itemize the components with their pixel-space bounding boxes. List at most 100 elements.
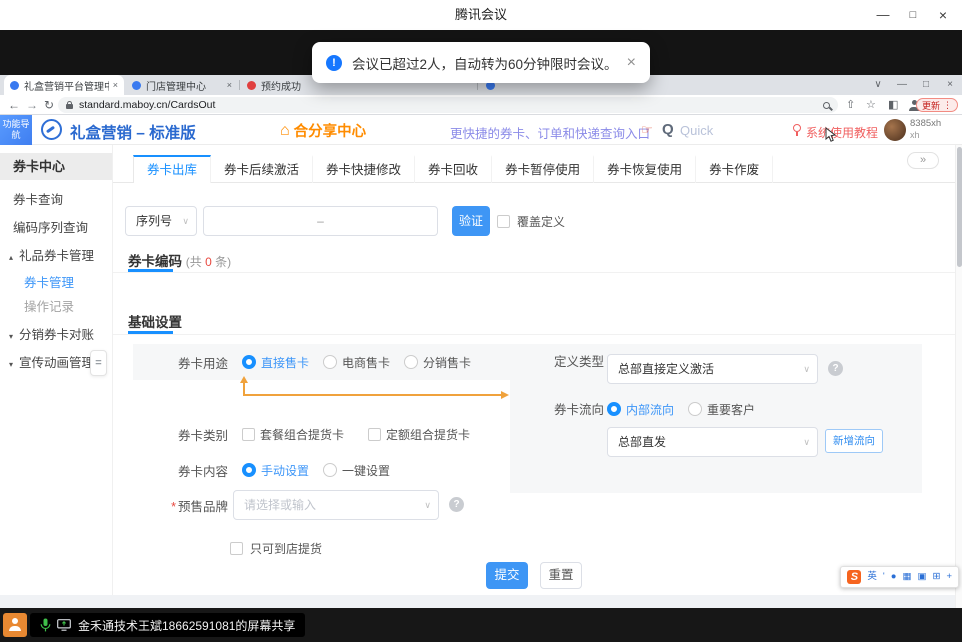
sidebar-collapse-handle[interactable]: = bbox=[90, 350, 107, 376]
url-field[interactable]: standard.maboy.cn/CardsOut bbox=[58, 97, 838, 113]
tab-label: 礼盒营销平台管理中心 bbox=[24, 78, 109, 93]
page-scrollbar[interactable] bbox=[955, 145, 962, 608]
option-label: 套餐组合提货卡 bbox=[260, 426, 344, 443]
forward-icon[interactable]: → bbox=[26, 95, 38, 115]
flow-option-vip[interactable]: 重要客户 bbox=[688, 401, 755, 418]
tab-group-icon[interactable]: ◧ bbox=[888, 95, 898, 115]
tab-close-icon[interactable]: × bbox=[227, 80, 232, 90]
usage-option-distribution[interactable]: 分销售卡 bbox=[404, 354, 471, 371]
screen-share-indicator[interactable]: 金禾通技术王斌18662591081的屏幕共享 bbox=[30, 613, 305, 637]
reset-button[interactable]: 重置 bbox=[540, 562, 582, 589]
search-icon[interactable]: Q bbox=[662, 121, 674, 138]
verify-button[interactable]: 验证 bbox=[452, 206, 490, 236]
content-option-manual[interactable]: 手动设置 bbox=[242, 462, 309, 479]
sidebar-item-code-sequence-query[interactable]: 编码序列查询 bbox=[0, 218, 112, 238]
content-option-onekey[interactable]: 一键设置 bbox=[323, 462, 390, 479]
usage-option-direct[interactable]: 直接售卡 bbox=[242, 354, 309, 371]
radio-icon[interactable] bbox=[404, 355, 418, 369]
tutorial-link[interactable]: 系统使用教程 bbox=[806, 124, 878, 141]
category-label: 券卡类别 bbox=[133, 425, 228, 444]
tab-card-outbound[interactable]: 券卡出库 bbox=[133, 155, 211, 183]
checkbox-icon[interactable] bbox=[230, 542, 243, 555]
sidebar-item-gift-card-management[interactable]: ▴礼品券卡管理 bbox=[0, 246, 112, 266]
help-icon[interactable]: ? bbox=[449, 497, 464, 512]
caret-down-icon: ▾ bbox=[9, 355, 19, 375]
sidebar-item-distribution-reconcile[interactable]: ▾分销券卡对账 bbox=[0, 325, 112, 345]
minimize-icon[interactable]: — bbox=[890, 75, 914, 95]
tab-card-recycle[interactable]: 券卡回收 bbox=[415, 155, 492, 183]
overwrite-label: 覆盖定义 bbox=[517, 213, 565, 230]
sidebar-item-operation-log[interactable]: 操作记录 bbox=[0, 297, 112, 317]
share-icon[interactable]: ⇧ bbox=[846, 95, 855, 115]
reload-icon[interactable]: ↻ bbox=[44, 95, 54, 115]
sogou-logo-icon[interactable]: S bbox=[847, 570, 861, 584]
web-page: 功能导航 礼盒营销 – 标准版 ⌂ 合分享中心 更快捷的券卡、订单和快递查询入口… bbox=[0, 115, 962, 608]
toolbox-icon[interactable]: + bbox=[946, 567, 952, 587]
share-center-link[interactable]: ⌂ 合分享中心 bbox=[280, 120, 366, 141]
count-suffix: 条) bbox=[212, 255, 231, 269]
category-option-combo[interactable]: 套餐组合提货卡 bbox=[242, 426, 344, 443]
sidebar-item-card-query[interactable]: 券卡查询 bbox=[0, 190, 112, 210]
scrollbar-thumb[interactable] bbox=[957, 147, 962, 267]
browser-tab-gift-admin[interactable]: 礼盒营销平台管理中心 × bbox=[4, 75, 124, 95]
back-icon[interactable]: ← bbox=[8, 95, 20, 115]
radio-selected-icon[interactable] bbox=[607, 402, 621, 416]
participant-chip[interactable] bbox=[3, 613, 27, 637]
grid-icon[interactable]: ⊞ bbox=[932, 567, 940, 587]
overwrite-checkbox[interactable] bbox=[497, 215, 510, 228]
codes-title-text: 券卡编码 bbox=[128, 254, 182, 269]
mic-icon[interactable]: ● bbox=[891, 567, 897, 587]
expand-button[interactable]: » bbox=[907, 152, 939, 169]
submit-button[interactable]: 提交 bbox=[486, 562, 528, 589]
serial-range-input[interactable]: – bbox=[203, 206, 438, 236]
content-row: 券卡内容 手动设置 一键设置 bbox=[133, 458, 390, 482]
chevron-down-icon: ∨ bbox=[424, 491, 431, 519]
site-favicon bbox=[132, 81, 141, 90]
maximize-icon[interactable]: □ bbox=[900, 0, 926, 30]
user-avatar[interactable] bbox=[884, 119, 906, 141]
sidebar-item-card-management[interactable]: 券卡管理 bbox=[0, 273, 112, 293]
ime-punctuation-icon[interactable]: ' bbox=[883, 567, 885, 587]
add-flow-button[interactable]: 新增流向 bbox=[825, 429, 883, 453]
browser-tab-booking[interactable]: 预约成功 bbox=[241, 75, 313, 95]
flow-select[interactable]: 总部直发 ∨ bbox=[607, 427, 818, 457]
nav-toggle-button[interactable]: 功能导航 bbox=[0, 115, 32, 145]
radio-selected-icon[interactable] bbox=[242, 355, 256, 369]
search-label[interactable]: Quick bbox=[680, 123, 713, 138]
overwrite-option[interactable]: 覆盖定义 bbox=[497, 206, 565, 236]
chevron-down-icon[interactable]: ∨ bbox=[866, 75, 890, 95]
update-button[interactable]: 更新 ⋮ bbox=[916, 98, 958, 112]
radio-selected-icon[interactable] bbox=[242, 463, 256, 477]
skin-icon[interactable]: ▣ bbox=[917, 567, 926, 587]
tab-card-void[interactable]: 券卡作废 bbox=[696, 155, 773, 183]
category-option-fixed[interactable]: 定额组合提货卡 bbox=[368, 426, 470, 443]
tab-card-resume[interactable]: 券卡恢复使用 bbox=[594, 155, 696, 183]
browser-tab-store-admin[interactable]: 门店管理中心 × bbox=[126, 75, 238, 95]
close-icon[interactable]: × bbox=[938, 75, 962, 95]
flow-option-internal[interactable]: 内部流向 bbox=[607, 401, 674, 418]
bookmark-star-icon[interactable]: ☆ bbox=[866, 95, 876, 115]
help-icon[interactable]: ? bbox=[828, 361, 843, 376]
radio-icon[interactable] bbox=[323, 463, 337, 477]
checkbox-icon[interactable] bbox=[242, 428, 255, 441]
usage-option-ecommerce[interactable]: 电商售卡 bbox=[323, 354, 390, 371]
def-type-select[interactable]: 总部直接定义激活 ∨ bbox=[607, 354, 818, 384]
close-icon[interactable]: × bbox=[627, 55, 636, 71]
checkbox-icon[interactable] bbox=[368, 428, 381, 441]
quick-entry-link[interactable]: 更快捷的券卡、订单和快递查询入口 bbox=[450, 123, 650, 142]
restore-icon[interactable]: □ bbox=[914, 75, 938, 95]
radio-icon[interactable] bbox=[688, 402, 702, 416]
keyboard-icon[interactable]: ▦ bbox=[903, 567, 912, 587]
tab-card-later-activate[interactable]: 券卡后续激活 bbox=[211, 155, 313, 183]
serial-field-select[interactable]: 序列号 ∨ bbox=[125, 206, 197, 236]
tab-card-quick-edit[interactable]: 券卡快捷修改 bbox=[313, 155, 415, 183]
zoom-icon[interactable] bbox=[823, 102, 830, 109]
minimize-icon[interactable]: — bbox=[870, 0, 896, 30]
tab-close-icon[interactable]: × bbox=[113, 80, 118, 90]
tab-card-suspend[interactable]: 券卡暂停使用 bbox=[492, 155, 594, 183]
radio-icon[interactable] bbox=[323, 355, 337, 369]
ime-language-mode[interactable]: 英 bbox=[867, 567, 877, 587]
brand-select[interactable]: 请选择或输入 ∨ bbox=[233, 490, 439, 520]
store-pickup-row[interactable]: 只可到店提货 bbox=[230, 536, 322, 560]
close-icon[interactable]: × bbox=[930, 0, 956, 30]
